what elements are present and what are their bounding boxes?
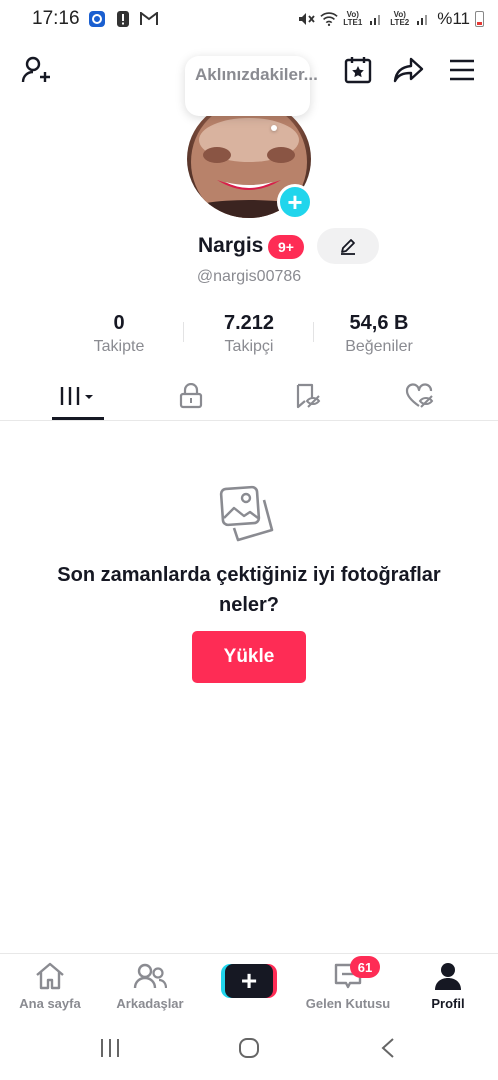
pencil-icon [341,239,355,255]
nav-home-label: Ana sayfa [19,996,81,1011]
tab-liked[interactable] [370,372,470,420]
stat-following-value: 0 [113,312,125,334]
nav-inbox-label: Gelen Kutusu [305,996,391,1011]
note-bubble-text: Aklınızdakiler... [195,65,318,84]
wifi-icon [320,10,338,28]
stat-followers[interactable]: 7.212 Takipçi [184,312,314,356]
username: @nargis00786 [196,268,302,285]
upload-button[interactable]: Yükle [192,631,306,683]
add-user-icon[interactable] [18,52,54,88]
stat-likes-label: Beğeniler [345,338,413,355]
stat-following-label: Takipte [93,338,145,355]
bookmark-hidden-icon [296,383,321,409]
stat-followers-value: 7.212 [223,312,275,334]
create-button[interactable]: + [221,964,277,998]
profile-tabs [0,372,498,421]
mute-icon [297,10,315,28]
stat-likes-value: 54,6 B [349,312,409,334]
nav-friends[interactable]: Arkadaşlar [100,960,200,1011]
profile-icon [398,960,498,992]
status-right: Vo) LTE1 Vo) LTE2 %11 [297,9,484,29]
friends-icon [100,960,200,992]
stat-likes[interactable]: 54,6 B Beğeniler [314,312,444,356]
name-row: Nargis 9+ [0,228,498,264]
stats: 0 Takipte 7.212 Takipçi 54,6 B Beğeniler [0,312,498,360]
battery-text: %11 [437,9,470,28]
bottom-nav: Ana sayfa Arkadaşlar + 61 Gelen Kutusu P… [0,953,498,1019]
notification-badge[interactable]: 9+ [268,235,304,259]
recents-icon[interactable] [98,1036,122,1060]
note-bubble-tail [271,125,277,131]
volte-lte1: Vo) LTE1 [343,10,363,27]
tab-private[interactable] [141,372,241,420]
status-time: 17:16 [32,8,80,29]
status-bar: 17:16 Vo) LTE1 Vo) LTE2 %11 [0,0,498,38]
status-left: 17:16 [32,8,158,30]
grid-icon [60,387,93,405]
alert-icon [114,10,132,28]
edit-profile-button[interactable] [317,228,379,264]
signal-icon [367,10,385,28]
tab-favorites[interactable] [258,372,358,420]
tab-videos-grid[interactable] [28,372,128,420]
inbox-icon: 61 [298,956,398,992]
nav-profile-label: Profil [431,996,465,1011]
display-name: Nargis [198,234,264,257]
signal-2-icon [414,10,432,28]
nav-profile[interactable]: Profil [398,960,498,1011]
gmail-icon [139,10,158,28]
app-notification-icon [88,10,106,28]
home-icon [0,960,100,992]
nav-home[interactable]: Ana sayfa [0,960,100,1011]
photos-icon [218,484,278,544]
add-story-button[interactable]: + [277,184,313,220]
plus-icon: + [225,964,273,998]
calendar-star-icon[interactable] [340,52,376,88]
volte-lte2: Vo) LTE2 [390,10,410,27]
lock-icon [179,383,203,409]
system-nav [0,1020,498,1080]
nav-inbox[interactable]: 61 Gelen Kutusu [298,956,398,1011]
share-icon[interactable] [390,52,428,88]
inbox-badge: 61 [350,956,380,978]
stat-followers-label: Takipçi [224,338,274,355]
note-bubble[interactable]: Aklınızdakiler... [185,56,318,116]
heart-hidden-icon [405,383,434,408]
nav-friends-label: Arkadaşlar [116,996,184,1011]
home-system-icon[interactable] [237,1036,261,1060]
menu-icon[interactable] [444,52,480,88]
active-tab-indicator [52,417,104,420]
stat-following[interactable]: 0 Takipte [54,312,184,356]
empty-state-message: Son zamanlarda çektiğiniz iyi fotoğrafla… [57,564,441,616]
battery-icon [475,11,484,27]
back-icon[interactable] [378,1036,398,1060]
